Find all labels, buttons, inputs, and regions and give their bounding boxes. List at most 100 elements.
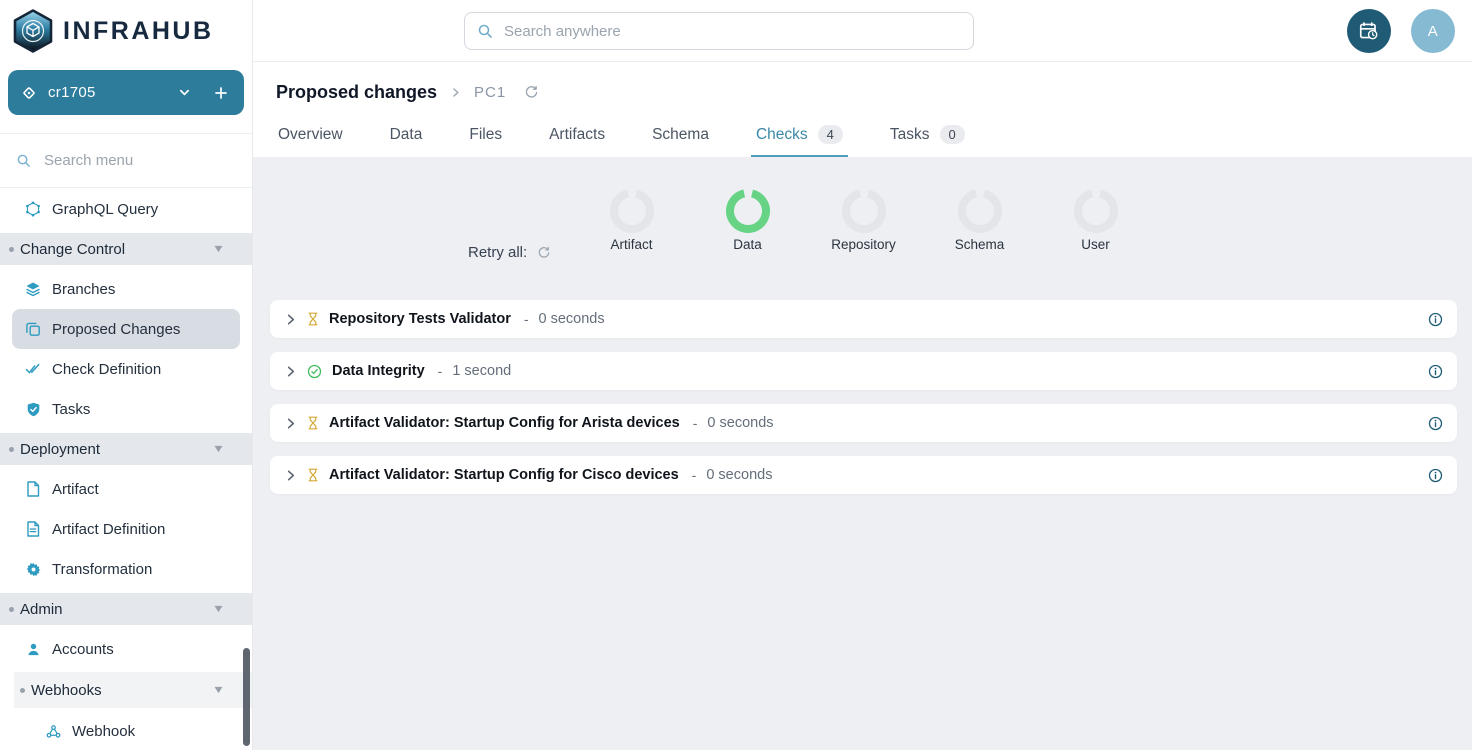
hourglass-icon — [307, 468, 319, 482]
separator: - — [692, 467, 697, 483]
avatar[interactable]: A — [1411, 9, 1455, 53]
tab-checks[interactable]: Checks 4 — [754, 115, 845, 157]
validator-row[interactable]: Artifact Validator: Startup Config for A… — [270, 404, 1457, 442]
sidebar-scrollbar[interactable] — [243, 648, 250, 746]
add-branch-button[interactable] — [214, 86, 228, 100]
section-bullet — [9, 447, 14, 452]
ring-user[interactable]: User — [1038, 188, 1154, 252]
tab-badge: 4 — [818, 125, 843, 144]
double-check-icon — [24, 360, 42, 378]
brand-name: INFRAHUB — [63, 17, 214, 46]
validator-row[interactable]: Artifact Validator: Startup Config for C… — [270, 456, 1457, 494]
sidebar-section-change-control[interactable]: Change Control — [0, 233, 252, 265]
chevron-right-icon[interactable] — [284, 365, 297, 378]
sidebar-subsection-webhooks[interactable]: Webhooks — [14, 672, 252, 708]
sidebar-item-label: Accounts — [52, 641, 114, 658]
sidebar-item-label: Check Definition — [52, 361, 161, 378]
tab-data[interactable]: Data — [388, 115, 425, 157]
validator-row[interactable]: Repository Tests Validator - 0 seconds — [270, 300, 1457, 338]
info-icon[interactable] — [1428, 364, 1443, 379]
progress-ring-icon — [957, 188, 1003, 234]
chevron-right-icon[interactable] — [284, 417, 297, 430]
sidebar-section-deployment[interactable]: Deployment — [0, 433, 252, 465]
info-icon[interactable] — [1428, 416, 1443, 431]
tab-bar: Overview Data Files Artifacts Schema Che… — [276, 115, 1472, 157]
chevron-right-icon[interactable] — [284, 469, 297, 482]
search-icon — [477, 23, 493, 39]
page-title[interactable]: Proposed changes — [276, 82, 437, 103]
tab-files[interactable]: Files — [467, 115, 504, 157]
validator-title: Artifact Validator: Startup Config for C… — [329, 467, 679, 483]
person-icon — [24, 640, 42, 658]
sidebar-item-webhook[interactable]: Webhook — [0, 711, 252, 750]
breadcrumb-current: PC1 — [474, 84, 506, 101]
tab-artifacts[interactable]: Artifacts — [547, 115, 607, 157]
sidebar-item-proposed-changes[interactable]: Proposed Changes — [12, 309, 240, 349]
validator-title: Artifact Validator: Startup Config for A… — [329, 415, 680, 431]
ring-schema[interactable]: Schema — [922, 188, 1038, 252]
ring-label: User — [1081, 237, 1110, 252]
retry-all-refresh-icon[interactable] — [537, 246, 551, 260]
sidebar-item-artifact-definition[interactable]: Artifact Definition — [0, 509, 252, 549]
sidebar-item-artifact[interactable]: Artifact — [0, 469, 252, 509]
chevron-down-icon — [214, 686, 223, 694]
ring-data[interactable]: Data — [690, 188, 806, 252]
webhook-icon — [44, 722, 62, 740]
brand-logo[interactable]: INFRAHUB — [0, 0, 252, 62]
ring-repository[interactable]: Repository — [806, 188, 922, 252]
chevron-right-icon[interactable] — [284, 313, 297, 326]
tab-tasks[interactable]: Tasks 0 — [888, 115, 967, 157]
validator-duration: 1 second — [452, 363, 511, 379]
checks-panel: Retry all: Artifact Data — [253, 157, 1472, 750]
sidebar-item-transformation[interactable]: Transformation — [0, 549, 252, 589]
sidebar-section-label: Admin — [20, 601, 63, 618]
sidebar-item-label: Webhook — [72, 723, 135, 740]
sidebar-search — [0, 133, 252, 188]
branch-selector[interactable]: cr1705 — [8, 70, 244, 115]
sidebar-item-accounts[interactable]: Accounts — [0, 629, 252, 669]
app-window: INFRAHUB cr1705 — [0, 0, 1472, 750]
sidebar-section-label: Deployment — [20, 441, 100, 458]
sidebar-item-label: GraphQL Query — [52, 201, 158, 218]
validator-duration: 0 seconds — [706, 467, 772, 483]
section-bullet — [9, 247, 14, 252]
shield-check-icon — [24, 400, 42, 418]
sidebar-item-check-definition[interactable]: Check Definition — [0, 349, 252, 389]
sidebar-item-graphql-query[interactable]: GraphQL Query — [0, 189, 252, 229]
ring-artifact[interactable]: Artifact — [574, 188, 690, 252]
global-search-input[interactable] — [502, 22, 961, 41]
sidebar-section-admin[interactable]: Admin — [0, 593, 252, 625]
sidebar-item-label: Branches — [52, 281, 115, 298]
schedule-button[interactable] — [1347, 9, 1391, 53]
tab-overview[interactable]: Overview — [276, 115, 345, 157]
validator-title: Repository Tests Validator — [329, 311, 511, 327]
sidebar-item-tasks[interactable]: Tasks — [0, 389, 252, 429]
sidebar-item-label: Proposed Changes — [52, 321, 180, 338]
info-icon[interactable] — [1428, 312, 1443, 327]
refresh-icon[interactable] — [524, 85, 539, 100]
separator: - — [438, 363, 443, 379]
search-icon — [16, 153, 31, 168]
validator-duration: 0 seconds — [707, 415, 773, 431]
tab-schema[interactable]: Schema — [650, 115, 711, 157]
sidebar-item-label: Artifact — [52, 481, 99, 498]
ring-label: Repository — [831, 237, 896, 252]
chevron-right-icon — [450, 87, 461, 98]
ring-label: Artifact — [610, 237, 652, 252]
ring-label: Schema — [955, 237, 1005, 252]
hourglass-icon — [307, 312, 319, 326]
validator-row[interactable]: Data Integrity - 1 second — [270, 352, 1457, 390]
document-lines-icon — [24, 520, 42, 538]
infrahub-hexagon-logo-icon — [13, 9, 53, 53]
info-icon[interactable] — [1428, 468, 1443, 483]
sidebar-menu: GraphQL Query Change Control Branches — [0, 188, 252, 750]
gear-icon — [24, 560, 42, 578]
retry-row: Retry all: Artifact Data — [270, 188, 1457, 289]
sidebar-item-label: Artifact Definition — [52, 521, 165, 538]
hourglass-icon — [307, 416, 319, 430]
progress-ring-icon — [1073, 188, 1119, 234]
menu-search-input[interactable] — [42, 151, 236, 170]
progress-ring-icon — [841, 188, 887, 234]
chevron-down-icon[interactable] — [178, 86, 191, 99]
sidebar-item-branches[interactable]: Branches — [0, 269, 252, 309]
